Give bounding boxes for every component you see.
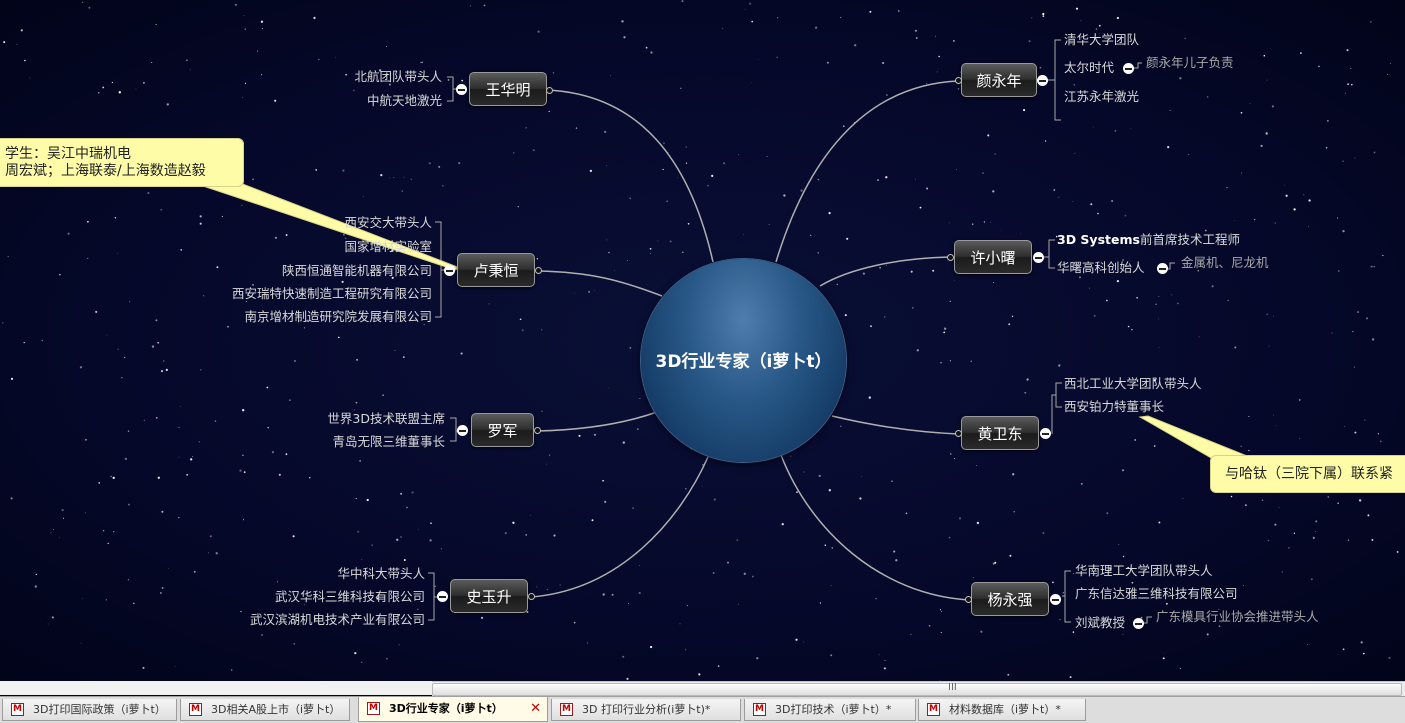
branch-shi [530,456,709,598]
callout-line: 周宏斌；上海联泰/上海数造赵毅 [5,163,206,179]
subtopic-item[interactable]: 华中科大带头人 [337,566,425,582]
connector-dot-icon [947,254,954,261]
topic-lu-bingheng[interactable]: 卢秉恒 [457,253,535,287]
subtopic-item[interactable]: 广东信达雅三维科技有限公司 [1075,586,1238,602]
subtopic-item[interactable]: 西安铂力特董事长 [1064,399,1164,415]
connector-dot-icon [965,596,972,603]
branch-yan [775,80,959,263]
subtopic-note[interactable]: 金属机、尼龙机 [1181,255,1269,271]
subtopic-item[interactable]: 清华大学团队 [1064,32,1139,48]
topic-wang-huaming[interactable]: 王华明 [469,72,547,106]
tab-material-database[interactable]: M 材料数据库（i萝卜t）* [918,699,1086,721]
subtopic-note[interactable]: 颜永年儿子负责 [1146,55,1234,71]
tab-label: 3D行业专家（i萝卜t） [389,702,503,715]
branch-luo [536,411,658,432]
subtopic-item[interactable]: 中航天地激光 [367,93,442,109]
mindmap-canvas[interactable]: 3D行业专家（i萝卜t） 王华明 北航团队带头人 中航天地激光 卢秉恒 西安交大… [0,0,1405,681]
topic-xu-xiaoshu[interactable]: 许小曙 [954,240,1032,274]
close-icon[interactable]: ✕ [530,697,541,721]
subtopic-item[interactable]: 南京增材制造研究院发展有限公司 [244,309,432,325]
topic-yan-yongnian[interactable]: 颜永年 [961,63,1037,97]
scrollbar-thumb[interactable]: III [432,682,1402,696]
subtopic-item[interactable]: 西北工业大学团队带头人 [1064,376,1202,392]
collapse-toggle-icon[interactable] [456,84,467,95]
central-topic[interactable]: 3D行业专家（i萝卜t） [641,259,846,462]
subtopic-item[interactable]: 陕西恒通智能机器有限公司 [282,263,432,279]
branch-lu [537,270,663,297]
tab-industry-experts[interactable]: M 3D行业专家（i萝卜t） ✕ [358,697,548,722]
subtopic-item[interactable]: 刘斌教授 [1075,615,1125,631]
callout-huang-note[interactable]: 与哈钛（三院下属）联系紧 [1210,455,1405,493]
subtopic-item[interactable]: 青岛无限三维董事长 [332,434,445,450]
subtopic-note[interactable]: 广东模具行业协会推进带头人 [1156,609,1319,625]
topic-luo-jun[interactable]: 罗军 [471,413,534,447]
subtopic-item[interactable]: 北航团队带头人 [354,69,442,85]
subtopic-item[interactable]: 武汉华科三维科技有限公司 [275,589,425,605]
collapse-toggle-icon[interactable] [1037,75,1048,86]
collapse-toggle-icon[interactable] [1133,618,1144,629]
tab-international-policy[interactable]: M 3D打印国际政策（i萝卜t） [2,699,177,721]
subtopic-item[interactable]: 太尔时代 [1064,60,1114,76]
collapse-toggle-icon[interactable] [444,265,455,276]
collapse-toggle-icon[interactable] [1050,594,1061,605]
collapse-toggle-icon[interactable] [457,425,468,436]
tab-label: 材料数据库（i萝卜t）* [949,703,1061,716]
subtopic-item[interactable]: 华南理工大学团队带头人 [1075,563,1213,579]
mindmap-file-icon: M [753,703,766,716]
tab-printing-technology[interactable]: M 3D打印技术（i萝卜t）* [744,699,916,721]
tab-label: 3D相关A股上市（i萝卜t） [211,703,341,716]
mindmap-file-icon: M [367,702,380,715]
connector-dot-icon [528,593,535,600]
subtopic-item[interactable]: 世界3D技术联盟主席 [327,411,445,427]
connector-dot-icon [955,430,962,437]
topic-yang-yongqiang[interactable]: 杨永强 [971,582,1049,616]
document-tab-bar: M 3D打印国际政策（i萝卜t） M 3D相关A股上市（i萝卜t） M 3D行业… [0,696,1405,723]
branch-yang [780,454,971,601]
connector-dot-icon [546,87,553,94]
tab-label: 3D 打印行业分析(i萝卜t)* [582,703,711,716]
mindmap-file-icon: M [189,703,202,716]
subtopic-item[interactable]: 国家增材实验室 [344,239,432,255]
collapse-toggle-icon[interactable] [437,591,448,602]
horizontal-scrollbar[interactable]: III [432,681,1405,697]
tab-label: 3D打印国际政策（i萝卜t） [33,703,166,716]
collapse-toggle-icon[interactable] [1157,263,1168,274]
tab-label: 3D打印技术（i萝卜t）* [775,703,892,716]
tab-industry-analysis[interactable]: M 3D 打印行业分析(i萝卜t)* [551,699,741,721]
scrollbar-grip-icon: III [948,682,957,693]
subtopic-item[interactable]: 西安交大带头人 [344,215,432,231]
branch-wang [547,89,714,263]
callout-line: 学生：吴江中瑞机电 [5,146,131,162]
central-topic-label: 3D行业专家（i萝卜t） [655,352,832,372]
subtopic-item[interactable]: 江苏永年激光 [1064,89,1139,105]
connector-dot-icon [955,77,962,84]
subtopic-item[interactable]: 3D Systems前首席技术工程师 [1057,232,1240,248]
collapse-toggle-icon[interactable] [1033,252,1044,263]
connector-dot-icon [534,427,541,434]
callout-lu-students[interactable]: 学生：吴江中瑞机电 周宏斌；上海联泰/上海数造赵毅 [0,138,244,187]
subtopic-item-rest: 前首席技术工程师 [1139,232,1240,247]
subtopic-item[interactable]: 华曙高科创始人 [1057,260,1145,276]
status-spacer [0,681,432,695]
collapse-toggle-icon[interactable] [1123,63,1134,74]
branch-huang [831,415,959,435]
connector-dot-icon [535,267,542,274]
subtopic-item[interactable]: 西安瑞特快速制造工程研究有限公司 [232,286,432,302]
mindmap-file-icon: M [11,703,24,716]
topic-shi-yusheng[interactable]: 史玉升 [450,579,528,613]
mindmap-file-icon: M [927,703,940,716]
collapse-toggle-icon[interactable] [1040,428,1051,439]
branch-xu [819,256,951,287]
tab-a-share-listed[interactable]: M 3D相关A股上市（i萝卜t） [180,699,350,721]
subtopic-item[interactable]: 武汉滨湖机电技术产业有限公司 [250,612,425,628]
topic-huang-weidong[interactable]: 黄卫东 [961,416,1039,450]
mindmap-file-icon: M [560,703,573,716]
